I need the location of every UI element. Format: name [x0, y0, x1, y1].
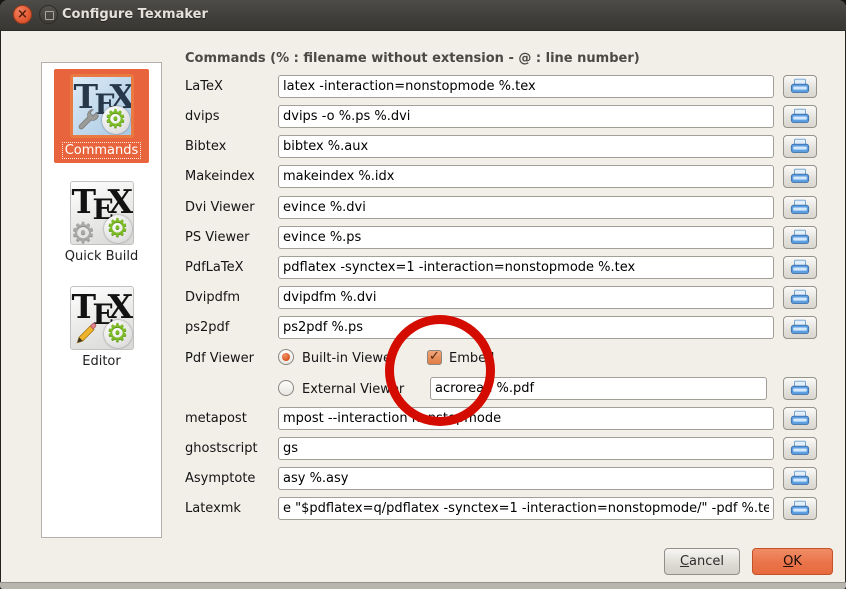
asymptote-command-input[interactable]: [278, 467, 774, 490]
printer-icon: [790, 229, 810, 246]
sidebar-item-label: Quick Build: [65, 249, 139, 264]
field-label: Makeindex: [185, 165, 255, 188]
tex-editor-icon: T E X ⚙: [70, 286, 134, 350]
metapost-command-input[interactable]: [278, 407, 774, 430]
gear-icon: ⚙: [102, 106, 130, 134]
pdflatex-command-input[interactable]: [278, 256, 774, 279]
printer-icon: [790, 289, 810, 306]
close-icon: ×: [14, 6, 31, 23]
titlebar[interactable]: × Configure Texmaker: [0, 0, 846, 31]
sidebar-item-editor[interactable]: T E X ⚙ Editor: [62, 281, 142, 373]
tex-commands-icon: T E X ⚙: [70, 74, 134, 138]
builtin-viewer-label[interactable]: Built-in Viewer: [302, 351, 396, 366]
printer-icon: [790, 470, 810, 487]
gear-gray-icon: ⚙: [71, 219, 96, 245]
settings-category-list: T E X ⚙ Commands T E X ⚙ ⚙ Quick Build: [41, 62, 162, 538]
pencil-icon: [73, 321, 99, 347]
embed-label[interactable]: Embed: [449, 351, 494, 366]
gear-icon: ⚙: [104, 320, 132, 348]
browse-external-viewer-button[interactable]: [783, 377, 817, 400]
field-label: Bibtex: [185, 135, 226, 158]
makeindex-command-input[interactable]: [278, 165, 774, 188]
browse-latexmk-button[interactable]: [783, 497, 817, 520]
field-label: dvips: [185, 105, 220, 128]
sidebar-item-label: Editor: [82, 354, 120, 369]
field-label: Dvipdfm: [185, 286, 240, 309]
sidebar-item-label: Commands: [62, 142, 142, 159]
window-close-button[interactable]: ×: [13, 5, 32, 24]
ps2pdf-command-input[interactable]: [278, 316, 774, 339]
checkmark-icon: ✓: [429, 349, 440, 364]
field-label: PS Viewer: [185, 226, 249, 249]
browse-dvips-button[interactable]: [783, 105, 817, 128]
window-title: Configure Texmaker: [62, 0, 208, 30]
printer-icon: [790, 199, 810, 216]
latex-command-input[interactable]: [278, 75, 774, 98]
ghostscript-command-input[interactable]: [278, 437, 774, 460]
printer-icon: [790, 319, 810, 336]
printer-icon: [790, 108, 810, 125]
field-label: ps2pdf: [185, 316, 229, 339]
configure-texmaker-dialog: × Configure Texmaker T E X ⚙ Commands T …: [0, 0, 846, 589]
commands-group-title: Commands (% : filename without extension…: [185, 51, 640, 66]
sidebar-item-quick-build[interactable]: T E X ⚙ ⚙ Quick Build: [57, 176, 147, 268]
browse-asymptote-button[interactable]: [783, 467, 817, 490]
builtin-viewer-radio[interactable]: [278, 349, 294, 365]
printer-icon: [790, 440, 810, 457]
browse-ps-viewer-button[interactable]: [783, 226, 817, 249]
field-label: Latexmk: [185, 497, 241, 520]
external-viewer-radio[interactable]: [278, 380, 294, 396]
bibtex-command-input[interactable]: [278, 135, 774, 158]
external-viewer-command-input[interactable]: [430, 377, 767, 400]
printer-icon: [790, 78, 810, 95]
cancel-button[interactable]: Cancel: [664, 548, 740, 575]
gear-icon: ⚙: [104, 215, 132, 243]
browse-ps2pdf-button[interactable]: [783, 316, 817, 339]
dvipdfm-command-input[interactable]: [278, 286, 774, 309]
printer-icon: [790, 410, 810, 427]
tex-quickbuild-icon: T E X ⚙ ⚙: [70, 181, 134, 245]
printer-icon: [790, 500, 810, 517]
ok-button-label: OK: [753, 549, 832, 574]
window-bottom-edge: [0, 582, 846, 589]
field-label: Asymptote: [185, 467, 255, 490]
ps-viewer-command-input[interactable]: [278, 226, 774, 249]
embed-checkbox[interactable]: ✓: [427, 350, 442, 365]
printer-icon: [790, 380, 810, 397]
browse-bibtex-button[interactable]: [783, 135, 817, 158]
browse-metapost-button[interactable]: [783, 407, 817, 430]
field-label: ghostscript: [185, 437, 258, 460]
wrench-icon: [75, 107, 101, 133]
sidebar-item-commands[interactable]: T E X ⚙ Commands: [54, 69, 150, 163]
printer-icon: [790, 259, 810, 276]
printer-icon: [790, 168, 810, 185]
dvi-viewer-command-input[interactable]: [278, 196, 774, 219]
browse-dvipdfm-button[interactable]: [783, 286, 817, 309]
external-viewer-label[interactable]: External Viewer: [302, 382, 404, 397]
browse-latex-button[interactable]: [783, 75, 817, 98]
dvips-command-input[interactable]: [278, 105, 774, 128]
browse-pdflatex-button[interactable]: [783, 256, 817, 279]
printer-icon: [790, 138, 810, 155]
ok-button[interactable]: OK: [752, 548, 833, 575]
field-label: Dvi Viewer: [185, 196, 255, 219]
cancel-button-label: Cancel: [665, 549, 739, 574]
window-maximize-button[interactable]: [39, 5, 58, 24]
field-label: LaTeX: [185, 75, 223, 98]
browse-makeindex-button[interactable]: [783, 165, 817, 188]
field-label: PdfLaTeX: [185, 256, 244, 279]
latexmk-command-input[interactable]: [278, 497, 774, 520]
browse-dvi-viewer-button[interactable]: [783, 196, 817, 219]
browse-ghostscript-button[interactable]: [783, 437, 817, 460]
field-label: Pdf Viewer: [185, 351, 254, 366]
field-label: metapost: [185, 407, 247, 430]
maximize-icon: [45, 11, 54, 20]
